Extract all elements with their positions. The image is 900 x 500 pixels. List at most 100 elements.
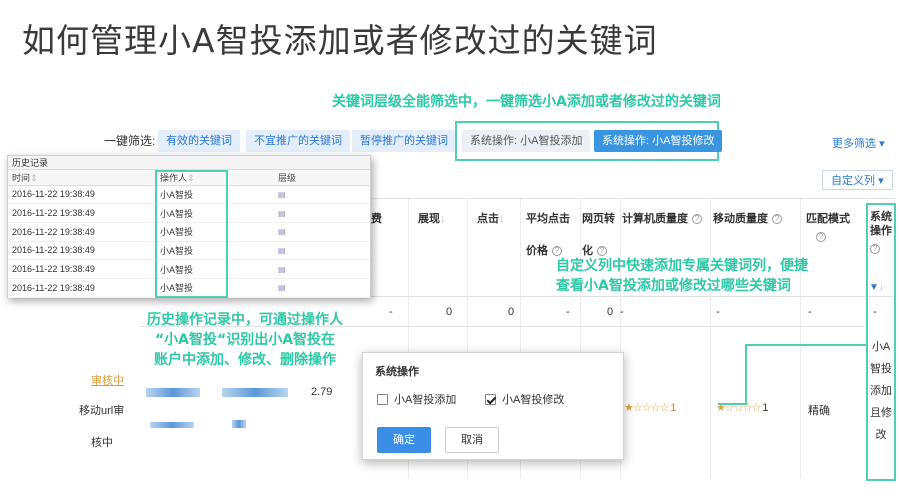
caret-down-icon: ▾: [878, 175, 884, 187]
masked-keyword: [150, 422, 194, 428]
history-time: 2016-11-22 19:38:49: [8, 203, 156, 223]
checkbox-sys-modify[interactable]: [485, 393, 496, 405]
col-mobile-quality-label: 移动质量度: [713, 213, 768, 225]
option-sys-modify-label: 小A智投修改: [502, 394, 565, 406]
system-op-value-part: 添加: [870, 385, 892, 397]
cancel-button[interactable]: 取消: [445, 427, 499, 453]
history-title: 历史记录: [8, 156, 370, 170]
help-icon[interactable]: ?: [816, 232, 826, 243]
masked-keyword: [232, 420, 246, 428]
col-impressions-header[interactable]: 展现↓: [418, 210, 446, 228]
col-system-op-header[interactable]: 系统 操作 ?: [870, 210, 892, 258]
match-mode-value: 精确: [808, 405, 830, 417]
help-icon[interactable]: ?: [552, 246, 562, 257]
callout-custom-columns-line2: 查看小A智投添加或修改过哪些关键词: [556, 278, 791, 294]
custom-columns-button[interactable]: 自定义列 ▾: [822, 170, 893, 190]
summary-clicks: 0: [508, 306, 515, 318]
level-icon: ▤: [274, 203, 370, 223]
system-op-value-part: 改: [875, 429, 887, 441]
pc-quality-stars-icon: ★☆☆☆☆: [624, 402, 669, 414]
filter-sys-add-button[interactable]: 系统操作: 小A智投添加: [462, 130, 591, 152]
connector-line: [718, 403, 747, 405]
masked-keyword: [222, 388, 288, 397]
help-icon[interactable]: ?: [870, 244, 880, 255]
history-time: 2016-11-22 19:38:49: [8, 185, 156, 205]
history-col-time[interactable]: 时间⇕: [8, 170, 156, 186]
checkbox-sys-add[interactable]: [377, 393, 388, 405]
history-col-level: 层级: [274, 170, 370, 186]
history-time: 2016-11-22 19:38:49: [8, 241, 156, 261]
column-filter-icon[interactable]: ▼↓: [869, 282, 884, 293]
summary-pc-quality: -: [620, 306, 624, 318]
connector-line: [745, 344, 747, 404]
pc-quality-score: 1: [670, 402, 676, 414]
slide-title: 如何管理小A智投添加或者修改过的关键词: [22, 21, 658, 60]
system-op-value-part: 且修: [870, 407, 892, 419]
connector-line: [745, 344, 867, 346]
operator-column-highlight: [155, 170, 228, 298]
masked-keyword: [146, 388, 200, 397]
level-icon: ▤: [274, 222, 370, 242]
help-icon[interactable]: ?: [772, 214, 782, 225]
sort-icon: ⇕: [30, 172, 38, 183]
level-icon: ▤: [274, 241, 370, 261]
summary-cost: -: [389, 306, 393, 318]
system-op-value-part: 智投: [870, 363, 892, 375]
system-op-value-part: 小A: [871, 341, 891, 353]
bid-value: 2.79: [311, 386, 333, 398]
filter-sys-modify-button[interactable]: 系统操作: 小A智投修改: [594, 130, 723, 152]
caret-down-icon: ▾: [879, 138, 885, 150]
help-icon[interactable]: ?: [597, 246, 607, 257]
mobile-quality-score: 1: [762, 402, 768, 414]
confirm-button[interactable]: 确定: [377, 427, 431, 453]
filter-valid-keywords-button[interactable]: 有效的关键词: [158, 130, 240, 152]
history-time: 2016-11-22 19:38:49: [8, 259, 156, 279]
filter-unsuitable-keywords-button[interactable]: 不宜推广的关键词: [246, 130, 350, 152]
col-conversion-line1: 网页转: [582, 213, 615, 225]
col-cost-fragment: 费: [371, 213, 382, 225]
callout-history-line2: “小A智投“识别出小A智投在: [154, 332, 336, 348]
col-system-op-line1: 系统: [870, 211, 892, 223]
sort-arrow-icon: ↓: [440, 213, 446, 225]
quick-filter-label: 一键筛选:: [104, 134, 156, 148]
more-filter-label: 更多筛选: [832, 138, 876, 150]
filter-paused-keywords-button[interactable]: 暂停推广的关键词: [352, 130, 456, 152]
col-avg-cpc-header[interactable]: 平均点击价格?: [526, 210, 570, 260]
summary-impressions: 0: [446, 306, 453, 318]
level-icon: ▤: [274, 259, 370, 279]
help-icon[interactable]: ?: [692, 214, 702, 225]
callout-history: 历史操作记录中，可通过操作人 “小A智投“识别出小A智投在 账户中添加、修改、删…: [120, 310, 370, 370]
more-filter-dropdown[interactable]: 更多筛选 ▾: [832, 135, 885, 151]
col-match-header[interactable]: 匹配模式?: [806, 210, 850, 246]
callout-history-line3: 账户中添加、修改、删除操作: [154, 352, 336, 368]
system-op-filter-dialog: 系统操作 小A智投添加 小A智投修改 确定 取消: [362, 352, 624, 460]
summary-mobile-quality: -: [716, 306, 720, 318]
option-sys-add-label: 小A智投添加: [394, 394, 457, 406]
mobile-url-status-cont: 核中: [91, 437, 113, 449]
col-avg-cpc-line2: 价格: [526, 245, 548, 257]
mobile-url-status: 移动url审: [79, 405, 125, 417]
status-audit-label: 审核中: [91, 375, 124, 387]
callout-custom-columns-line1: 自定义列中快速添加专属关键词列，便捷: [556, 258, 808, 274]
status-audit-link[interactable]: 审核中: [91, 372, 124, 388]
level-icon: ▤: [274, 278, 370, 298]
history-time: 2016-11-22 19:38:49: [8, 278, 156, 298]
col-clicks-header[interactable]: 点击↓: [477, 210, 505, 228]
col-pc-quality-header[interactable]: 计算机质量度?: [622, 210, 702, 228]
col-system-op-line2: 操作: [870, 225, 892, 237]
summary-conversion: 0: [607, 306, 614, 318]
callout-custom-columns: 自定义列中快速添加专属关键词列，便捷 查看小A智投添加或修改过哪些关键词: [556, 256, 876, 296]
history-time: 2016-11-22 19:38:49: [8, 222, 156, 242]
dialog-title: 系统操作: [375, 366, 419, 378]
col-match-label: 匹配模式: [806, 213, 850, 225]
option-sys-add[interactable]: 小A智投添加: [377, 391, 456, 407]
col-avg-cpc-line1: 平均点击: [526, 213, 570, 225]
col-mobile-quality-header[interactable]: 移动质量度?: [713, 210, 782, 228]
col-conversion-header[interactable]: 网页转化?: [582, 210, 615, 260]
history-col-time-label: 时间: [12, 172, 31, 183]
option-sys-modify[interactable]: 小A智投修改: [485, 391, 564, 407]
system-op-value: 小A 智投 添加 且修 改: [869, 336, 893, 446]
col-impressions-label: 展现: [418, 213, 440, 225]
summary-avg-cpc: -: [566, 306, 570, 318]
summary-match: -: [808, 306, 812, 318]
